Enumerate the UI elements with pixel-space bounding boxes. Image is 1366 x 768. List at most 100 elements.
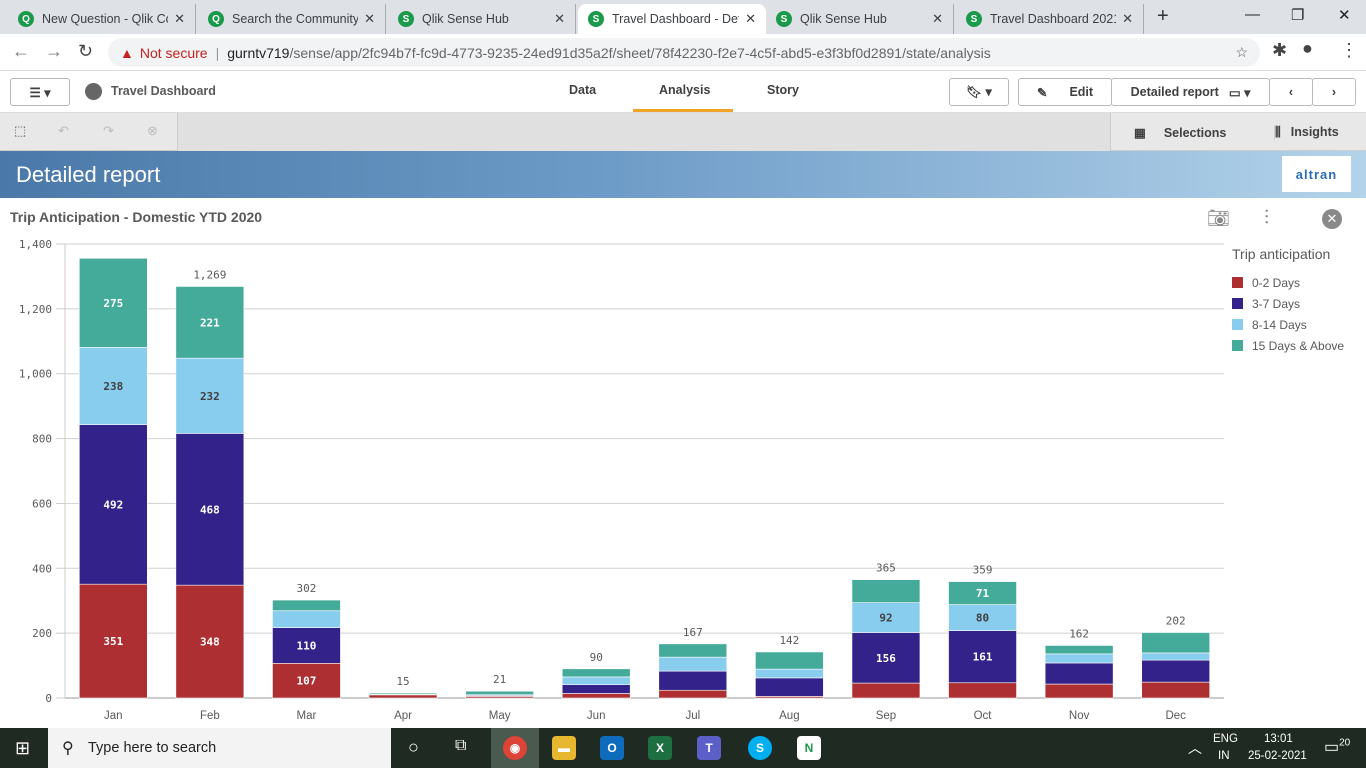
app-icon bbox=[85, 83, 102, 100]
legend-item[interactable]: 3-7 Days bbox=[1232, 293, 1344, 314]
smart-search-icon[interactable]: ⬚ bbox=[14, 123, 26, 139]
qlik-app-icon[interactable]: N bbox=[797, 736, 821, 760]
legend-label: 15 Days & Above bbox=[1252, 338, 1345, 353]
close-chart-icon[interactable]: ✕ bbox=[1322, 209, 1342, 229]
bar-segment bbox=[948, 682, 1017, 699]
browser-tab[interactable]: S Travel Dashboard 2021 ✕ bbox=[956, 4, 1144, 34]
qlik-sense-icon: S bbox=[776, 11, 792, 27]
insights-button[interactable]: ⫼ Insights bbox=[1274, 125, 1339, 140]
tab-title: Travel Dashboard - Deta bbox=[612, 12, 740, 26]
x-tick-label: Jul bbox=[685, 710, 700, 722]
chart-title: Trip Anticipation - Domestic YTD 2020 bbox=[10, 209, 263, 225]
chevron-right-icon: › bbox=[1331, 85, 1337, 99]
step-forward-icon[interactable]: ↷ bbox=[103, 123, 114, 139]
menu-icon[interactable]: ⋮ bbox=[1340, 40, 1358, 61]
legend-item[interactable]: 15 Days & Above bbox=[1232, 335, 1344, 356]
previous-sheet-button[interactable]: ‹ bbox=[1269, 78, 1313, 106]
search-placeholder: Type here to search bbox=[88, 740, 217, 756]
bar-segment bbox=[1044, 683, 1114, 699]
browser-tab[interactable]: S Qlik Sense Hub ✕ bbox=[388, 4, 576, 34]
tab-analysis[interactable]: Analysis bbox=[659, 83, 710, 97]
tab-story[interactable]: Story bbox=[767, 83, 799, 97]
close-tab-icon[interactable]: ✕ bbox=[745, 11, 756, 27]
sheet-icon: ▭ ▾ bbox=[1228, 85, 1251, 100]
app-title: Travel Dashboard bbox=[111, 84, 216, 98]
close-window-button[interactable]: ✕ bbox=[1338, 6, 1351, 24]
bar-segment bbox=[658, 670, 728, 691]
browser-tab[interactable]: Q New Question - Qlik Co ✕ bbox=[8, 4, 196, 34]
qlik-sense-icon: S bbox=[398, 11, 414, 27]
windows-start-icon[interactable]: ⊞ bbox=[15, 738, 30, 759]
step-back-icon[interactable]: ↶ bbox=[58, 123, 69, 139]
excel-icon[interactable]: X bbox=[648, 736, 672, 760]
back-icon[interactable]: ← bbox=[12, 41, 30, 62]
bar-segment bbox=[368, 694, 438, 699]
file-explorer-icon[interactable]: ▬ bbox=[552, 736, 576, 760]
security-label[interactable]: Not secure bbox=[140, 45, 208, 61]
next-sheet-button[interactable]: › bbox=[1312, 78, 1356, 106]
selections-button[interactable]: ▦ Selections bbox=[1134, 125, 1226, 140]
tray-chevron-icon[interactable]: ︿ bbox=[1188, 738, 1202, 758]
global-menu-button[interactable]: ☰ ▾ bbox=[10, 78, 70, 106]
profile-icon[interactable]: ● bbox=[1302, 38, 1313, 59]
close-tab-icon[interactable]: ✕ bbox=[554, 11, 565, 27]
bar-segment bbox=[272, 599, 341, 612]
chart-legend: Trip anticipation 0-2 Days 3-7 Days 8-14 D… bbox=[1232, 246, 1344, 356]
url-input[interactable]: ▲ Not secure | gurntv719/sense/app/2fc94… bbox=[108, 38, 1260, 67]
chrome-taskbar-button[interactable]: ◉ bbox=[491, 728, 539, 768]
star-icon[interactable]: ☆ bbox=[1235, 44, 1248, 61]
new-tab-button[interactable]: + bbox=[1157, 5, 1169, 28]
browser-tab[interactable]: Q Search the Community ✕ bbox=[198, 4, 386, 34]
browser-tab[interactable]: S Qlik Sense Hub ✕ bbox=[766, 4, 954, 34]
browser-tab[interactable]: S Travel Dashboard - Deta ✕ bbox=[578, 4, 766, 34]
total-label: 365 bbox=[876, 562, 896, 575]
insights-label: Insights bbox=[1290, 125, 1339, 139]
tab-data[interactable]: Data bbox=[569, 83, 596, 97]
close-tab-icon[interactable]: ✕ bbox=[364, 11, 375, 27]
search-icon: ⚲ bbox=[62, 740, 74, 757]
bar-segment bbox=[851, 682, 921, 699]
language-indicator[interactable]: ENG bbox=[1213, 733, 1238, 745]
segment-label: 232 bbox=[200, 390, 220, 403]
chrome-icon: ◉ bbox=[503, 736, 527, 760]
url-path: /sense/app/2fc94b7f-fc9d-4773-9235-24ed9… bbox=[289, 44, 991, 61]
notifications-icon[interactable]: ▭20 bbox=[1324, 737, 1350, 757]
bar-segment bbox=[851, 579, 921, 603]
teams-icon[interactable]: T bbox=[697, 736, 721, 760]
close-tab-icon[interactable]: ✕ bbox=[174, 11, 185, 27]
close-tab-icon[interactable]: ✕ bbox=[932, 11, 943, 27]
legend-item[interactable]: 0-2 Days bbox=[1232, 272, 1344, 293]
close-tab-icon[interactable]: ✕ bbox=[1122, 11, 1133, 27]
edit-button[interactable]: ✎ Edit bbox=[1018, 78, 1112, 106]
bar-segment bbox=[1044, 645, 1114, 655]
clear-selections-icon[interactable]: ⊗ bbox=[147, 123, 158, 139]
qlik-sense-icon: S bbox=[966, 11, 982, 27]
legend-item[interactable]: 8-14 Days bbox=[1232, 314, 1344, 335]
segment-label: 221 bbox=[200, 316, 220, 329]
snapshot-icon[interactable]: 📷︎ bbox=[1207, 208, 1230, 229]
exploration-icon[interactable]: ⫶ bbox=[1264, 207, 1269, 230]
qlik-header: ☰ ▾ Travel Dashboard Data Analysis Story… bbox=[0, 71, 1366, 113]
bookmarks-button[interactable]: 🔖︎ ▾ bbox=[949, 78, 1009, 106]
warning-icon: ▲ bbox=[120, 44, 134, 61]
minimize-button[interactable]: — bbox=[1245, 6, 1260, 23]
bar-segment bbox=[755, 668, 824, 679]
reload-icon[interactable]: ↻ bbox=[78, 41, 93, 62]
cortana-icon[interactable]: ○ bbox=[408, 737, 419, 758]
segment-label: 110 bbox=[297, 639, 317, 652]
legend-title: Trip anticipation bbox=[1232, 246, 1331, 262]
task-view-icon[interactable]: ⧉ bbox=[455, 737, 466, 755]
extensions-icon[interactable]: ✱ bbox=[1272, 40, 1287, 61]
outlook-icon[interactable]: O bbox=[600, 736, 624, 760]
clock-time[interactable]: 13:01 bbox=[1264, 733, 1293, 745]
sheet-selector-button[interactable]: Detailed report ▭ ▾ bbox=[1111, 78, 1270, 106]
clock-date[interactable]: 25-02-2021 bbox=[1248, 750, 1307, 762]
bar-segment bbox=[658, 689, 728, 699]
pencil-icon: ✎ bbox=[1036, 85, 1048, 100]
restore-button[interactable]: ❐ bbox=[1291, 6, 1304, 24]
forward-icon[interactable]: → bbox=[45, 41, 63, 62]
taskbar-search-input[interactable]: ⚲ Type here to search bbox=[48, 728, 391, 768]
y-tick-label: 1,000 bbox=[19, 368, 52, 381]
segment-label: 492 bbox=[103, 498, 123, 511]
skype-icon[interactable]: S bbox=[748, 736, 772, 760]
